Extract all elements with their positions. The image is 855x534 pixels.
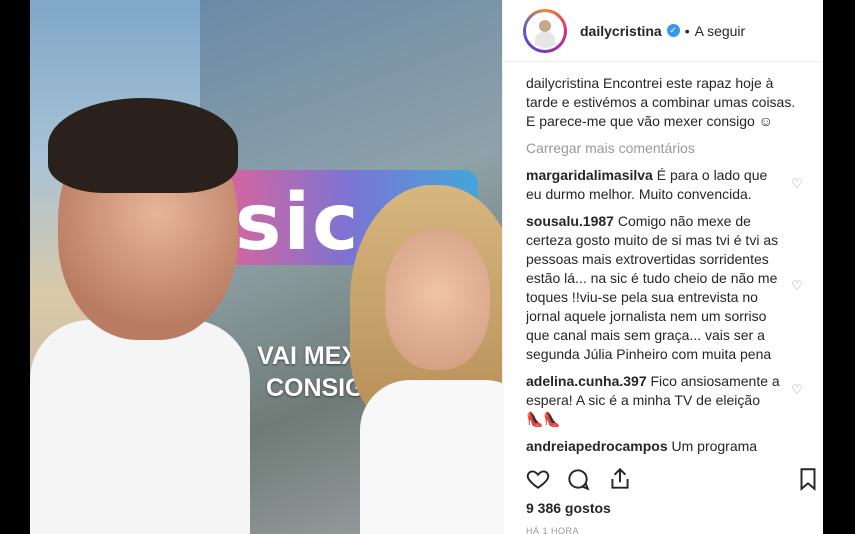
- like-comment-heart-icon[interactable]: ♡: [788, 276, 806, 295]
- post-header: dailycristina ✓ • A seguir: [503, 0, 823, 62]
- comment-text: Um programa: [671, 438, 758, 454]
- load-more-comments-button[interactable]: Carregar mais comentários: [526, 139, 806, 158]
- follow-button[interactable]: A seguir: [695, 23, 746, 39]
- comment-item: adelina.cunha.397 Fico ansiosamente a es…: [526, 372, 806, 429]
- avatar[interactable]: [523, 8, 567, 53]
- post-sidebar: dailycristina ✓ • A seguir dailycristina…: [502, 0, 823, 534]
- post-photo[interactable]: sic VAI MEXER CONSIGO: [30, 0, 502, 534]
- post-actions: [519, 462, 819, 496]
- verified-icon: ✓: [666, 24, 680, 37]
- bookmark-icon[interactable]: [795, 466, 821, 492]
- like-comment-heart-icon[interactable]: ♡: [788, 174, 806, 193]
- comment-username[interactable]: andreiapedrocampos: [526, 438, 668, 454]
- like-comment-heart-icon[interactable]: ♡: [788, 380, 806, 399]
- caption-username[interactable]: dailycristina: [526, 75, 599, 91]
- likes-count[interactable]: 9 386 gostos: [526, 500, 611, 516]
- comment-username[interactable]: margaridalimasilva: [526, 167, 653, 183]
- comments-list[interactable]: dailycristina Encontrei este rapaz hoje …: [526, 74, 806, 456]
- comment-icon[interactable]: [565, 466, 591, 492]
- heart-icon[interactable]: [525, 466, 551, 492]
- caption: dailycristina Encontrei este rapaz hoje …: [526, 74, 806, 131]
- comment-text: Comigo não mexe de certeza gosto muito d…: [526, 213, 779, 362]
- person-woman: [330, 185, 502, 534]
- header-username[interactable]: dailycristina: [580, 23, 662, 39]
- separator-dot: •: [684, 22, 690, 39]
- post-timestamp: HÁ 1 HORA: [526, 526, 580, 534]
- share-icon[interactable]: [607, 466, 633, 492]
- comment-item: andreiapedrocampos Um programa: [526, 437, 806, 456]
- comment-username[interactable]: adelina.cunha.397: [526, 373, 647, 389]
- comment-username[interactable]: sousalu.1987: [526, 213, 614, 229]
- person-man: [30, 98, 260, 534]
- comment-item: margaridalimasilva É para o lado que eu …: [526, 166, 806, 204]
- comment-item: sousalu.1987 Comigo não mexe de certeza …: [526, 212, 806, 364]
